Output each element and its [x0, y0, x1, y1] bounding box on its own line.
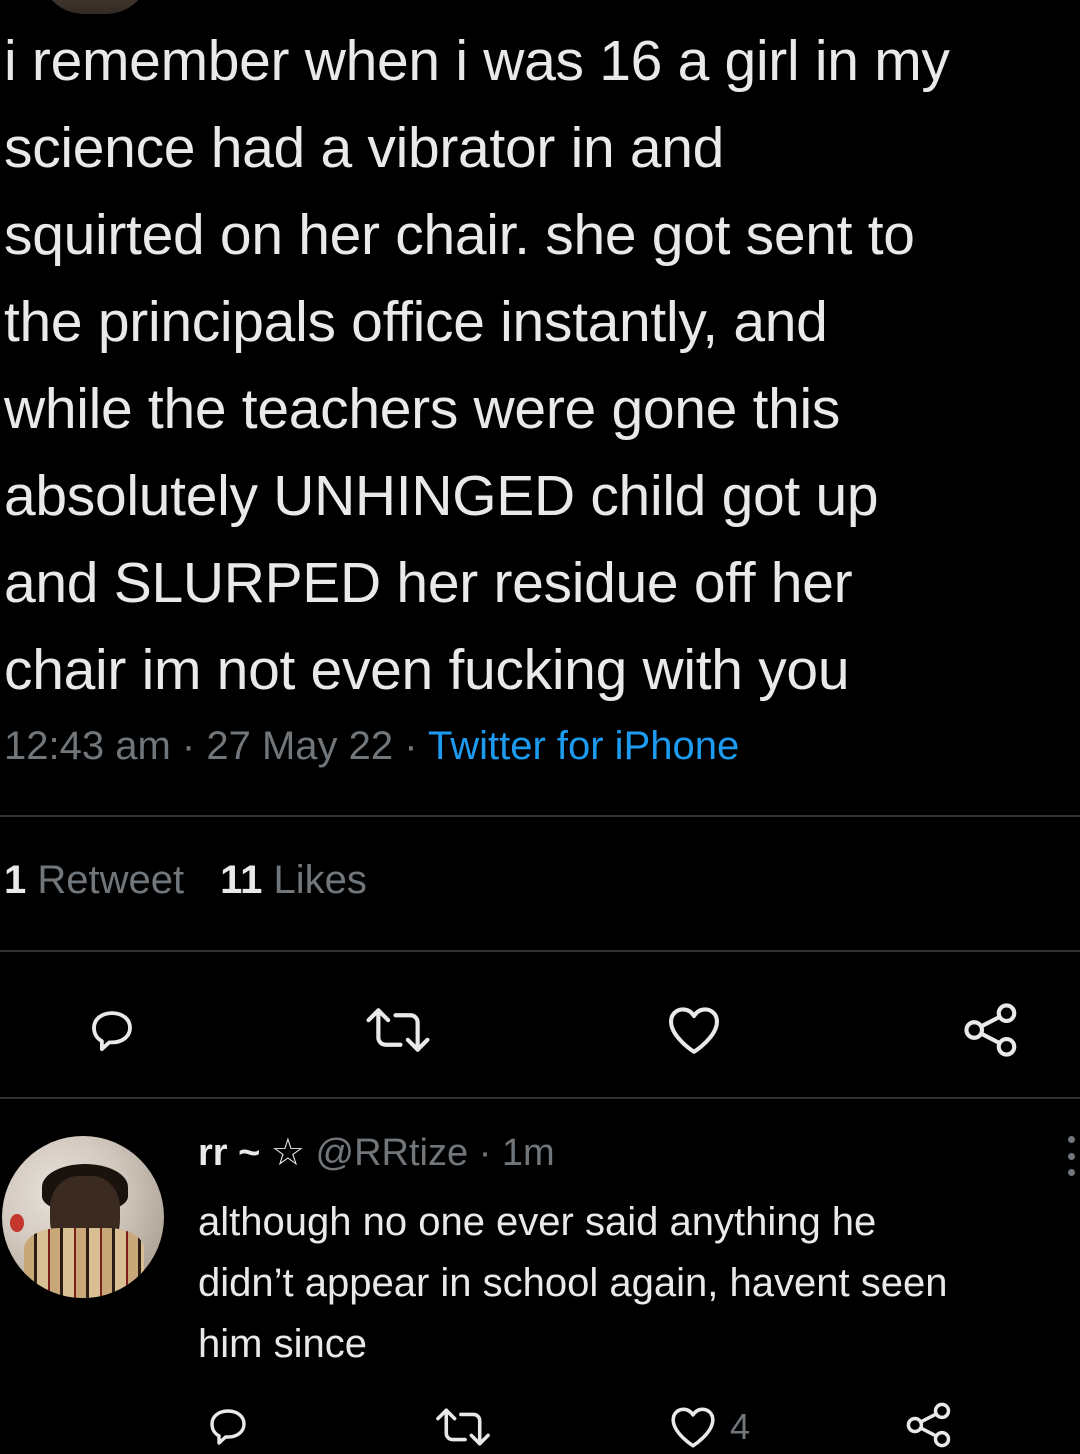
more-options-icon[interactable]: [1066, 1136, 1076, 1176]
header-separator: ·: [478, 1132, 492, 1174]
retweet-icon: [436, 1408, 490, 1446]
reply-reply-button[interactable]: [200, 1398, 256, 1454]
share-button[interactable]: [956, 995, 1026, 1065]
reply-display-name[interactable]: rr ~: [198, 1132, 260, 1174]
reply-handle[interactable]: @RRtize: [316, 1132, 469, 1174]
divider: [0, 1097, 1080, 1099]
reply-tweet[interactable]: rr ~ ☆ @RRtize · 1m although no one ever…: [0, 1100, 1080, 1450]
divider: [0, 815, 1080, 817]
reply-icon: [210, 1409, 246, 1445]
tweet-stats: 1 Retweet 11 Likes: [4, 858, 367, 903]
reply-retweet-button[interactable]: [428, 1400, 498, 1454]
star-icon: ☆: [270, 1132, 305, 1174]
likes-label: Likes: [273, 858, 367, 902]
likes-stat[interactable]: 11 Likes: [220, 858, 367, 902]
divider: [0, 950, 1080, 952]
share-icon: [964, 1003, 1017, 1057]
retweet-icon: [366, 1008, 430, 1052]
tweet-time: 12:43 am: [4, 724, 171, 768]
retweets-count: 1: [4, 858, 27, 902]
like-button[interactable]: [662, 998, 726, 1062]
share-icon: [906, 1402, 951, 1448]
retweet-button[interactable]: [356, 998, 440, 1062]
reply-icon: [92, 1011, 132, 1052]
author-avatar[interactable]: [40, 0, 150, 14]
retweets-label: Retweet: [37, 858, 185, 902]
tweet-date: 27 May 22: [206, 724, 394, 768]
heart-icon: [668, 1007, 720, 1054]
reply-header: rr ~ ☆ @RRtize · 1m: [198, 1130, 555, 1175]
reply-timestamp[interactable]: 1m: [502, 1132, 555, 1174]
retweets-stat[interactable]: 1 Retweet: [4, 858, 184, 902]
meta-separator: ·: [404, 724, 418, 768]
tweet-meta: 12:43 am · 27 May 22 · Twitter for iPhon…: [4, 724, 739, 769]
tweet-text: i remember when i was 16 a girl in my sc…: [4, 29, 950, 702]
reply-like-button[interactable]: 4: [668, 1400, 788, 1454]
reply-text: although no one ever said anything he di…: [198, 1200, 948, 1366]
reply-share-button[interactable]: [900, 1396, 958, 1454]
reply-avatar[interactable]: [2, 1136, 164, 1298]
likes-count: 11: [220, 858, 263, 902]
heart-icon: [671, 1407, 715, 1448]
reply-button[interactable]: [80, 998, 144, 1062]
meta-separator: ·: [181, 724, 196, 768]
reply-like-count: 4: [730, 1406, 751, 1447]
tweet-source-link[interactable]: Twitter for iPhone: [428, 724, 739, 768]
